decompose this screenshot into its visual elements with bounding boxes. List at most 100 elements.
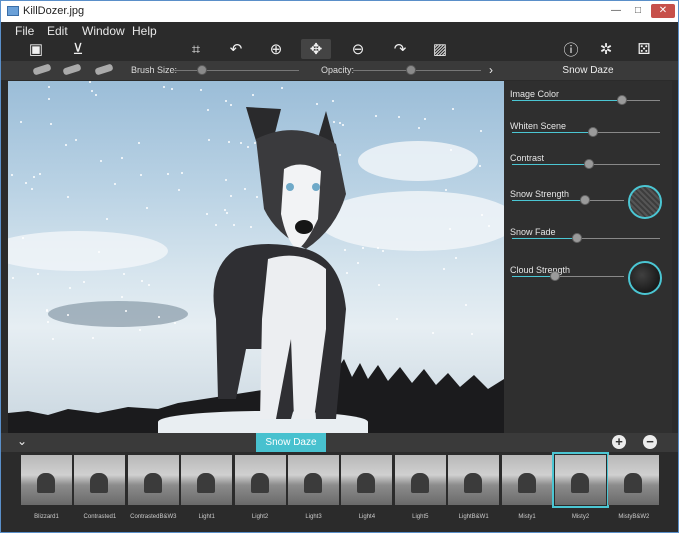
brush-small-icon[interactable] xyxy=(32,63,52,76)
snowflake xyxy=(75,139,77,141)
param-slider-knob[interactable] xyxy=(617,95,627,105)
snowflake xyxy=(396,318,398,320)
param-slider-knob[interactable] xyxy=(588,127,598,137)
preset-thumbnail[interactable]: Contrasted1 xyxy=(74,455,126,520)
brush-size-track[interactable] xyxy=(171,70,299,71)
preset-preview-image xyxy=(501,455,553,505)
zoom-out-icon[interactable]: ⊖ xyxy=(343,39,373,59)
param-slider-knob[interactable] xyxy=(572,233,582,243)
snowflake xyxy=(121,157,123,159)
undo-icon[interactable]: ↶ xyxy=(221,39,251,59)
snowflake xyxy=(11,174,13,176)
preset-label: Misty2 xyxy=(571,514,590,520)
preset-label: Light3 xyxy=(305,514,322,520)
random-icon[interactable]: ⚄ xyxy=(629,39,659,59)
minimize-button[interactable]: — xyxy=(605,4,627,18)
param-label: Cloud Strength xyxy=(510,265,571,275)
snowflake xyxy=(488,225,490,227)
snowflake xyxy=(125,310,127,312)
snowflake xyxy=(83,281,85,283)
app-window: KillDozer.jpg — □ ✕ File Edit Window Hel… xyxy=(0,0,679,533)
snowflake xyxy=(471,333,473,335)
preset-preview-image xyxy=(74,455,126,505)
settings-icon[interactable]: ✲ xyxy=(591,39,621,59)
preset-label: Light4 xyxy=(358,514,376,520)
opacity-slider[interactable] xyxy=(406,65,416,75)
snowflake xyxy=(158,316,160,318)
param-slider-fill xyxy=(512,132,593,133)
opacity-track[interactable] xyxy=(353,70,481,71)
preset-thumbnail[interactable]: Misty1 xyxy=(501,455,553,520)
preset-label: Contrasted1 xyxy=(83,514,117,520)
snowflake xyxy=(377,247,379,249)
crop-icon[interactable]: ⌗ xyxy=(181,39,211,59)
preset-thumbnail[interactable]: Light1 xyxy=(181,455,233,520)
preset-label: Blizzard1 xyxy=(34,514,59,520)
preset-thumbnail[interactable]: Light3 xyxy=(288,455,339,520)
snowflake xyxy=(39,173,41,175)
brush-large-icon[interactable] xyxy=(94,63,114,76)
preset-thumbnail[interactable]: Blizzard1 xyxy=(21,455,72,520)
zoom-in-icon[interactable]: ⊕ xyxy=(261,39,291,59)
collapse-panel-arrow-icon[interactable]: › xyxy=(489,63,493,77)
snowflake xyxy=(465,304,467,306)
snow-texture-swatch[interactable] xyxy=(628,185,662,219)
snowflake xyxy=(114,183,116,185)
remove-preset-button[interactable]: − xyxy=(643,435,657,449)
add-preset-button[interactable]: + xyxy=(612,435,626,449)
menu-file[interactable]: File xyxy=(15,24,34,38)
cloud-texture-swatch[interactable] xyxy=(628,261,662,295)
picture-icon[interactable]: ▨ xyxy=(425,39,455,59)
param-label: Whiten Scene xyxy=(510,121,567,131)
param-slider-fill xyxy=(512,238,577,239)
snowflake xyxy=(445,189,447,191)
preset-thumbnail[interactable]: Light4 xyxy=(341,455,393,520)
preset-category-tab[interactable]: Snow Daze xyxy=(256,433,326,452)
snowflake xyxy=(89,81,91,83)
collapse-chevron-icon[interactable]: ⌄ xyxy=(17,434,27,448)
param-slider-knob[interactable] xyxy=(550,271,560,281)
param-slider-knob[interactable] xyxy=(580,195,590,205)
menu-edit[interactable]: Edit xyxy=(47,24,68,38)
image-icon[interactable]: ▣ xyxy=(21,39,51,59)
snowflake xyxy=(121,296,123,298)
image-canvas[interactable] xyxy=(8,81,504,433)
preset-preview-image xyxy=(448,455,500,505)
snowflake xyxy=(67,196,69,198)
snowflake xyxy=(432,332,434,334)
menu-bar: File Edit Window Help xyxy=(1,22,678,39)
preset-preview-image xyxy=(288,455,339,505)
snowflake xyxy=(418,127,420,129)
maximize-button[interactable]: □ xyxy=(627,4,649,18)
snowflake xyxy=(52,338,54,340)
preset-thumbnail[interactable]: Light5 xyxy=(394,455,446,520)
redo-icon[interactable]: ↷ xyxy=(385,39,415,59)
snowflake xyxy=(479,165,481,167)
snowflake xyxy=(443,268,445,270)
menu-help[interactable]: Help xyxy=(132,24,157,38)
param-slider-knob[interactable] xyxy=(584,159,594,169)
husky-photo xyxy=(213,107,346,419)
save-tray-icon[interactable]: ⊻ xyxy=(63,39,93,59)
snowflake xyxy=(31,188,33,190)
preset-thumbnail[interactable]: LightB&W1 xyxy=(448,455,500,520)
snowflake xyxy=(281,87,283,89)
param-label: Image Color xyxy=(510,89,560,99)
preset-label: LightB&W1 xyxy=(458,514,489,520)
preset-preview-image xyxy=(234,455,286,505)
param-label: Snow Strength xyxy=(510,189,570,199)
snowflake xyxy=(98,251,100,253)
preset-thumbnail[interactable]: MistyB&W2 xyxy=(608,455,660,520)
preset-thumbnail[interactable]: Light2 xyxy=(234,455,286,520)
menu-window[interactable]: Window xyxy=(82,24,125,38)
preset-thumbnail[interactable]: Misty2 xyxy=(552,452,609,520)
snowflake xyxy=(480,130,482,132)
preset-thumbnail[interactable]: ContrastedB&W3 xyxy=(127,455,179,520)
brush-size-slider[interactable] xyxy=(197,65,207,75)
info-icon[interactable]: ⓘ xyxy=(556,39,586,59)
move-icon[interactable]: ✥ xyxy=(301,39,331,59)
snowflake xyxy=(48,98,50,100)
close-button[interactable]: ✕ xyxy=(651,4,675,18)
snowflake xyxy=(33,176,35,178)
brush-medium-icon[interactable] xyxy=(62,63,82,76)
